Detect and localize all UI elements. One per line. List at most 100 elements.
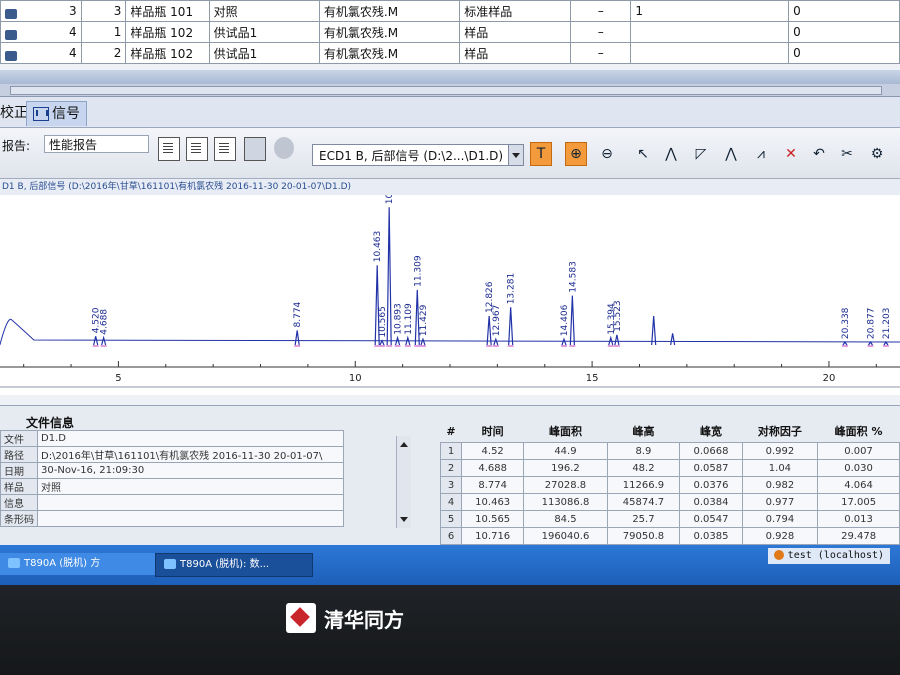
sequence-cell-text: 样品瓶 101	[130, 4, 194, 19]
peak-mark	[294, 330, 300, 346]
undo-icon[interactable]: ↶	[808, 142, 830, 166]
sequence-cell-name: 样品瓶 101	[125, 0, 210, 22]
sequence-cell-text: 1	[635, 4, 643, 18]
peak-table-header[interactable]: #	[441, 420, 462, 443]
sequence-cell-name: 样品瓶 102	[125, 21, 210, 43]
peak-mark	[614, 334, 620, 346]
file-info-key: 路径	[0, 446, 38, 463]
peak-table-header[interactable]: 峰宽	[680, 420, 742, 443]
more-tools-icon[interactable]: ⚙	[866, 142, 888, 166]
x-tick-label: 5	[115, 373, 121, 384]
peak-table-row[interactable]: 6 10.716 196040.6 79050.8 0.0385 0.928 29.478	[440, 527, 900, 545]
tools-icon[interactable]: ✂	[836, 142, 858, 166]
taskbar-item-data[interactable]: T890A (脱机): 数...	[155, 553, 313, 577]
peak-table-cell: 5	[440, 510, 462, 528]
peak-table-row[interactable]: 1 4.52 44.9 8.9 0.0668 0.992 0.007	[440, 442, 900, 460]
sequence-cell-text: 0	[793, 46, 801, 60]
peak-table-row[interactable]: 3 8.774 27028.8 11266.9 0.0376 0.982 4.064	[440, 476, 900, 494]
vial-icon	[5, 8, 17, 19]
printer-icon[interactable]	[244, 137, 266, 161]
sequence-cell-method: 有机氯农残.M	[318, 42, 461, 64]
peak-mark	[420, 337, 426, 346]
peak-table-header[interactable]: 峰面积 %	[818, 420, 900, 443]
peak-table-cell: 4.688	[460, 459, 525, 477]
x-tick-label: 20	[823, 373, 836, 384]
sequence-row[interactable]: 3 3 样品瓶 101 对照 有机氯农残.M 标准样品 – 1 0	[0, 0, 900, 22]
peak-table-cell: 44.9	[523, 442, 608, 460]
peak-table-cell: 45874.7	[606, 493, 681, 511]
file-info-value	[37, 494, 344, 511]
peak-table-cell: 0.0385	[679, 527, 743, 545]
file-info-row: 路径 D:\2016年\甘草\161101\有机氯农残 2016-11-30 20…	[0, 446, 344, 463]
scrollbar-thumb[interactable]	[10, 86, 882, 95]
app-icon	[8, 558, 20, 568]
peak-table-header[interactable]: 峰面积	[524, 420, 607, 443]
peak-table-header[interactable]: 时间	[462, 420, 524, 443]
sequence-cell-name: 样品瓶 102	[125, 42, 210, 64]
split-peak-icon[interactable]: ⋀	[720, 142, 742, 166]
peak-table-cell: 6	[440, 527, 462, 545]
zoom-out-icon[interactable]: ⊖	[596, 142, 618, 166]
peak-table-cell: 4.52	[460, 442, 525, 460]
tab-signal[interactable]: 信号	[26, 101, 87, 126]
report-template-select[interactable]: 性能报告	[44, 135, 149, 153]
tab-calibration[interactable]: 校正	[0, 101, 28, 125]
peak-mark	[386, 207, 392, 346]
sequence-cell-text: 3	[113, 4, 122, 18]
print-preview-icon[interactable]	[186, 137, 208, 161]
file-info-row: 日期 30-Nov-16, 21:09:30	[0, 462, 344, 479]
signal-select[interactable]: ECD1 B, 后部信号 (D:\2...\D1.D)	[312, 144, 524, 166]
document-icon[interactable]	[158, 137, 180, 161]
sequence-cell-type: 供试品1	[208, 21, 320, 43]
peak-table-cell: 4	[440, 493, 462, 511]
chevron-down-icon[interactable]	[508, 145, 523, 165]
text-tool-icon[interactable]: T	[530, 142, 552, 166]
horizontal-scrollbar[interactable]	[0, 84, 900, 97]
file-info-key: 日期	[0, 462, 38, 479]
file-info-key: 样品	[0, 478, 38, 495]
peak-rt-label: 15.523	[613, 300, 623, 332]
sequence-row[interactable]: 4 2 样品瓶 102 供试品1 有机氯农残.M 样品 – 0	[0, 42, 900, 64]
file-info-value: D:\2016年\甘草\161101\有机氯农残 2016-11-30 20-0…	[37, 446, 344, 463]
peak-table-row[interactable]: 5 10.565 84.5 25.7 0.0547 0.794 0.013	[440, 510, 900, 528]
multi-peak-icon[interactable]: ⩘	[750, 142, 772, 166]
toolbar: 报告: 性能报告 ECD1 B, 后部信号 (D:\2...\D1.D) T ⊕…	[0, 128, 900, 179]
x-tick-label: 15	[586, 373, 599, 384]
peak-table-header[interactable]: 峰高	[607, 420, 680, 443]
monitor-bezel: 清华同方	[0, 585, 900, 675]
peak-table-header[interactable]: 对称因子	[742, 420, 817, 443]
delete-peak-icon[interactable]: ✕	[780, 142, 802, 166]
desktop-screen: 3 3 样品瓶 101 对照 有机氯农残.M 标准样品 –1 0 4 1 样品瓶 102 供试品1 有机…	[0, 0, 900, 585]
export-icon[interactable]	[274, 137, 294, 159]
x-tick-label: 10	[349, 373, 362, 384]
peak-table-cell: 4.064	[817, 476, 900, 494]
scroll-down-icon[interactable]	[400, 517, 408, 522]
file-info-scrollbar[interactable]	[396, 436, 411, 528]
vial-icon	[5, 50, 17, 61]
taskbar-item-method-label: T890A (脱机) 方	[24, 558, 101, 569]
sequence-cell-method: 有机氯农残.M	[318, 21, 461, 43]
baseline-icon[interactable]: ◸	[690, 142, 712, 166]
peak-rt-label: 11.429	[419, 304, 429, 336]
sequence-row[interactable]: 4 1 样品瓶 102 供试品1 有机氯农残.M 样品 – 0	[0, 21, 900, 43]
peak-table-cell: 0.0668	[679, 442, 743, 460]
chromatogram[interactable]: 4.5204.6888.77410.46310.56510.71610.8931…	[0, 195, 900, 395]
chromatogram-plot[interactable]: 4.5204.6888.77410.46310.56510.71610.8931…	[0, 195, 900, 395]
tab-signal-label: 信号	[52, 106, 80, 122]
peak-draw-icon[interactable]: ⋀	[660, 142, 682, 166]
sequence-cell-text: 标准样品	[464, 4, 513, 19]
taskbar-item-method[interactable]: T890A (脱机) 方	[0, 553, 161, 575]
zoom-in-icon[interactable]: ⊕	[565, 142, 587, 166]
sequence-cell-text: 有机氯农残.M	[323, 4, 399, 19]
peak-table-row[interactable]: 2 4.688 196.2 48.2 0.0587 1.04 0.030	[440, 459, 900, 477]
scroll-up-icon[interactable]	[400, 442, 408, 447]
sequence-cell-line: 4	[0, 42, 82, 64]
system-tray-user[interactable]: test (localhost)	[767, 548, 890, 564]
peak-table-cell: 10.565	[460, 510, 525, 528]
peak-table-row[interactable]: 4 10.463 113086.8 45874.7 0.0384 0.977 17.005	[440, 493, 900, 511]
peak-table-cell: 0.030	[817, 459, 900, 477]
pointer-icon[interactable]: ↖	[632, 142, 654, 166]
sequence-cell-text: 4	[68, 24, 77, 39]
panel-splitter[interactable]	[0, 70, 900, 84]
copy-report-icon[interactable]	[214, 137, 236, 161]
